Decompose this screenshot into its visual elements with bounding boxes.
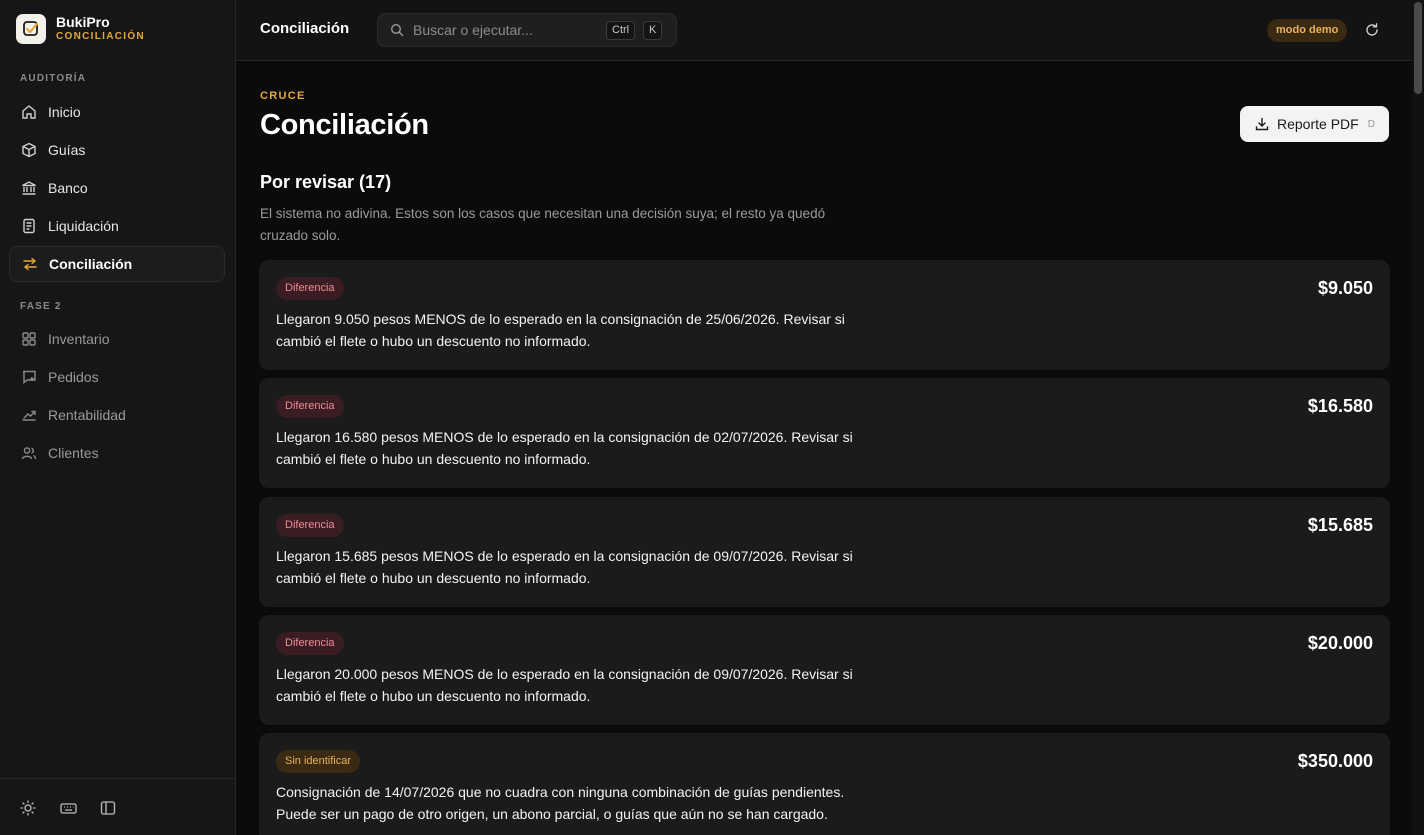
sidebar-item-label: Conciliación — [49, 256, 133, 272]
receipt-icon — [20, 217, 38, 235]
sidebar-item-label: Inicio — [48, 104, 81, 120]
sidebar-item-conciliacion[interactable]: Conciliación — [9, 246, 225, 282]
status-badge: Diferencia — [276, 514, 344, 537]
status-badge: Diferencia — [276, 632, 344, 655]
section-title: Por revisar (17) — [260, 172, 392, 192]
shortcut-key-k: K — [643, 21, 663, 40]
case-card[interactable]: Diferencia Llegaron 9.050 pesos MENOS de… — [259, 260, 1390, 370]
report-pdf-shortcut: D — [1367, 118, 1375, 130]
report-pdf-label: Reporte PDF — [1277, 116, 1359, 132]
topbar: Conciliación Ctrl K modo demo — [236, 0, 1412, 61]
arrows-exchange-icon — [21, 255, 39, 273]
report-pdf-button[interactable]: Reporte PDF D — [1240, 106, 1389, 142]
case-description: Llegaron 16.580 pesos MENOS de lo espera… — [276, 429, 853, 467]
trending-up-icon — [20, 406, 38, 424]
case-card[interactable]: Diferencia Llegaron 16.580 pesos MENOS d… — [259, 378, 1390, 488]
download-icon — [1255, 117, 1269, 131]
grid-icon — [20, 330, 38, 348]
sidebar-item-label: Liquidación — [48, 218, 119, 234]
case-description: Llegaron 20.000 pesos MENOS de lo espera… — [276, 666, 853, 704]
search-box[interactable]: Ctrl K — [377, 13, 677, 47]
sidebar-item-label: Banco — [48, 180, 88, 196]
sidebar-item-label: Guías — [48, 142, 86, 158]
sidebar-item-rentabilidad[interactable]: Rentabilidad — [9, 397, 225, 433]
demo-mode-badge: modo demo — [1267, 19, 1348, 42]
brand-name: BukiPro — [56, 13, 110, 30]
case-card[interactable]: Diferencia Llegaron 15.685 pesos MENOS d… — [259, 497, 1390, 607]
sidebar-item-label: Clientes — [48, 445, 99, 461]
sidebar-item-pedidos[interactable]: Pedidos — [9, 359, 225, 395]
refresh-icon[interactable] — [1362, 20, 1382, 40]
case-card[interactable]: Sin identificar Consignación de 14/07/20… — [259, 733, 1390, 835]
case-description: Llegaron 9.050 pesos MENOS de lo esperad… — [276, 311, 845, 349]
section-label-fase2: FASE 2 — [20, 301, 62, 312]
search-icon — [390, 23, 404, 42]
sun-icon[interactable] — [18, 798, 38, 818]
sidebar-item-inventario[interactable]: Inventario — [9, 321, 225, 357]
sidebar-item-label: Inventario — [48, 331, 110, 347]
status-badge: Sin identificar — [276, 750, 361, 773]
case-amount: $9.050 — [1317, 278, 1373, 298]
sidebar-item-label: Pedidos — [48, 369, 99, 385]
case-amount: $15.685 — [1307, 515, 1373, 535]
status-badge: Diferencia — [276, 277, 344, 300]
section-description: El sistema no adivina. Estos son los cas… — [260, 206, 826, 243]
bank-icon — [20, 179, 38, 197]
case-card[interactable]: Diferencia Llegaron 20.000 pesos MENOS d… — [259, 615, 1390, 725]
brand[interactable]: BukiPro CONCILIACIÓN — [16, 14, 145, 44]
section-label-auditoria: AUDITORÍA — [20, 73, 87, 84]
sidebar-item-inicio[interactable]: Inicio — [9, 94, 225, 130]
case-amount: $20.000 — [1307, 633, 1373, 653]
status-badge: Diferencia — [276, 395, 344, 418]
sidebar-item-banco[interactable]: Banco — [9, 170, 225, 206]
page-title: Conciliación — [260, 109, 429, 141]
case-description: Consignación de 14/07/2026 que no cuadra… — [276, 784, 845, 822]
sidebar-item-guias[interactable]: Guías — [9, 132, 225, 168]
users-icon — [20, 444, 38, 462]
page-eyebrow: CRUCE — [260, 90, 306, 102]
logo-check-icon — [23, 21, 39, 36]
main-content: CRUCE Conciliación Reporte PDF D Por rev… — [236, 61, 1412, 835]
shortcut-key-ctrl: Ctrl — [606, 21, 636, 40]
home-icon — [20, 103, 38, 121]
sidebar-toggle-icon[interactable] — [98, 798, 118, 818]
brand-subtitle: CONCILIACIÓN — [56, 30, 145, 42]
case-description: Llegaron 15.685 pesos MENOS de lo espera… — [276, 548, 853, 586]
package-icon — [20, 141, 38, 159]
sidebar: BukiPro CONCILIACIÓN AUDITORÍA Inicio Gu… — [0, 0, 236, 835]
scrollbar[interactable] — [1412, 0, 1424, 835]
sidebar-item-liquidacion[interactable]: Liquidación — [9, 208, 225, 244]
topbar-title: Conciliación — [260, 20, 350, 37]
search-input[interactable] — [413, 20, 593, 40]
brand-logo — [16, 14, 46, 44]
keyboard-icon[interactable] — [58, 798, 78, 818]
sidebar-item-label: Rentabilidad — [48, 407, 126, 423]
cart-icon — [20, 368, 38, 386]
case-amount: $350.000 — [1297, 751, 1373, 771]
sidebar-footer — [0, 778, 235, 835]
case-amount: $16.580 — [1307, 396, 1373, 416]
scrollbar-thumb[interactable] — [1414, 2, 1422, 94]
sidebar-item-clientes[interactable]: Clientes — [9, 435, 225, 471]
